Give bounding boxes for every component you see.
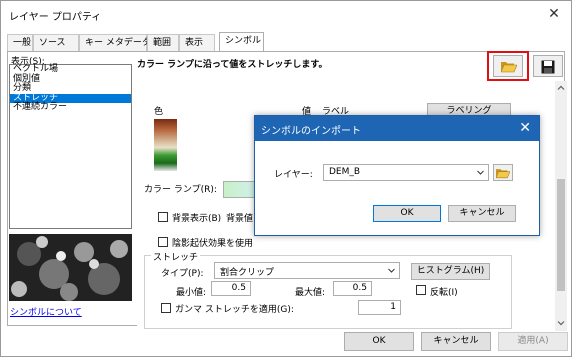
- tab-label: 表示: [185, 38, 204, 48]
- max-value-input[interactable]: 0.5: [333, 281, 372, 296]
- stretch-section-label: ストレッチ: [151, 250, 201, 263]
- histogram-button[interactable]: ヒストグラム(H): [411, 263, 490, 280]
- tab-key-metadata[interactable]: キー メタデータ: [79, 34, 151, 52]
- dialog-ok-button[interactable]: OK: [373, 205, 441, 222]
- apply-button[interactable]: 適用(A): [498, 332, 568, 351]
- tab-label: 範囲: [153, 38, 172, 48]
- tab-symbology[interactable]: シンボル: [219, 32, 264, 52]
- color-ramp-combo[interactable]: [223, 181, 255, 198]
- import-symbology-dialog: シンボルのインポート ✕ レイヤー: DEM_B OK キャンセル: [254, 115, 540, 236]
- window-titlebar[interactable]: レイヤー プロパティ ✕: [1, 1, 571, 29]
- chevron-down-icon: [477, 170, 484, 175]
- show-background-label: 背景表示(B): [172, 214, 222, 224]
- window-title: レイヤー プロパティ: [9, 12, 102, 23]
- layer-select[interactable]: DEM_B: [323, 164, 489, 181]
- renderer-description: カラー ランプに沿って値をストレッチします。: [137, 60, 328, 70]
- stretch-type-label: タイプ(P):: [161, 269, 204, 279]
- tab-label: 一般: [13, 38, 32, 48]
- preview-thumbnail: [9, 234, 132, 301]
- tab-source[interactable]: ソース: [33, 34, 79, 52]
- about-symbology-link[interactable]: シンボルについて: [10, 305, 82, 318]
- layer-select-value: DEM_B: [329, 167, 361, 177]
- show-background-checkbox[interactable]: [158, 212, 168, 222]
- save-icon: [541, 60, 555, 74]
- renderer-list[interactable]: ベクトル場 個別値 分類 ストレッチ 不連続カラー: [9, 64, 132, 229]
- layer-label: レイヤー:: [274, 170, 313, 180]
- chevron-down-icon: [388, 268, 395, 273]
- dialog-titlebar[interactable]: シンボルのインポート ✕: [255, 116, 539, 141]
- gamma-checkbox[interactable]: [161, 303, 171, 313]
- browse-layer-button[interactable]: [493, 164, 513, 181]
- scroll-down-icon[interactable]: [557, 319, 565, 327]
- tab-label: ソース: [39, 38, 66, 48]
- hillshade-label: 陰影起伏効果を使用: [172, 239, 254, 249]
- tab-general[interactable]: 一般: [7, 34, 33, 52]
- scrollbar-thumb[interactable]: [557, 179, 565, 291]
- close-icon[interactable]: ✕: [519, 120, 531, 136]
- gamma-label: ガンマ ストレッチを適用(G):: [175, 305, 294, 315]
- hillshade-checkbox[interactable]: [158, 237, 168, 247]
- tab-label: キー メタデータ: [85, 38, 151, 48]
- invert-label: 反転(I): [430, 288, 458, 298]
- color-ramp-preview: [154, 119, 177, 171]
- close-icon[interactable]: ✕: [545, 5, 563, 23]
- ok-button[interactable]: OK: [344, 332, 414, 351]
- max-label: 最大値:: [295, 288, 326, 298]
- gamma-value-input[interactable]: 1: [358, 300, 401, 315]
- min-value-input[interactable]: 0.5: [211, 281, 251, 296]
- cancel-button[interactable]: キャンセル: [421, 332, 491, 351]
- stretch-type-value: 割合クリップ: [220, 268, 275, 278]
- dialog-cancel-button[interactable]: キャンセル: [448, 205, 516, 222]
- highlight-box: [487, 51, 529, 81]
- vertical-scrollbar[interactable]: [555, 81, 567, 331]
- color-column-header: 色: [154, 107, 164, 117]
- background-value-label: 背景値: [226, 214, 254, 224]
- list-item[interactable]: 不連続カラー: [10, 102, 131, 113]
- tab-label: シンボル: [225, 36, 262, 46]
- dialog-title: シンボルのインポート: [261, 126, 361, 137]
- color-ramp-label: カラー ランプ(R):: [144, 185, 217, 195]
- invert-checkbox[interactable]: [416, 285, 426, 295]
- scroll-up-icon[interactable]: [557, 84, 565, 92]
- tab-display[interactable]: 表示: [179, 34, 215, 52]
- tab-extent[interactable]: 範囲: [147, 34, 179, 52]
- min-label: 最小値:: [176, 288, 207, 298]
- stretch-type-select[interactable]: 割合クリップ: [214, 262, 400, 279]
- folder-open-icon: [496, 169, 510, 179]
- save-symbology-button[interactable]: [533, 55, 563, 77]
